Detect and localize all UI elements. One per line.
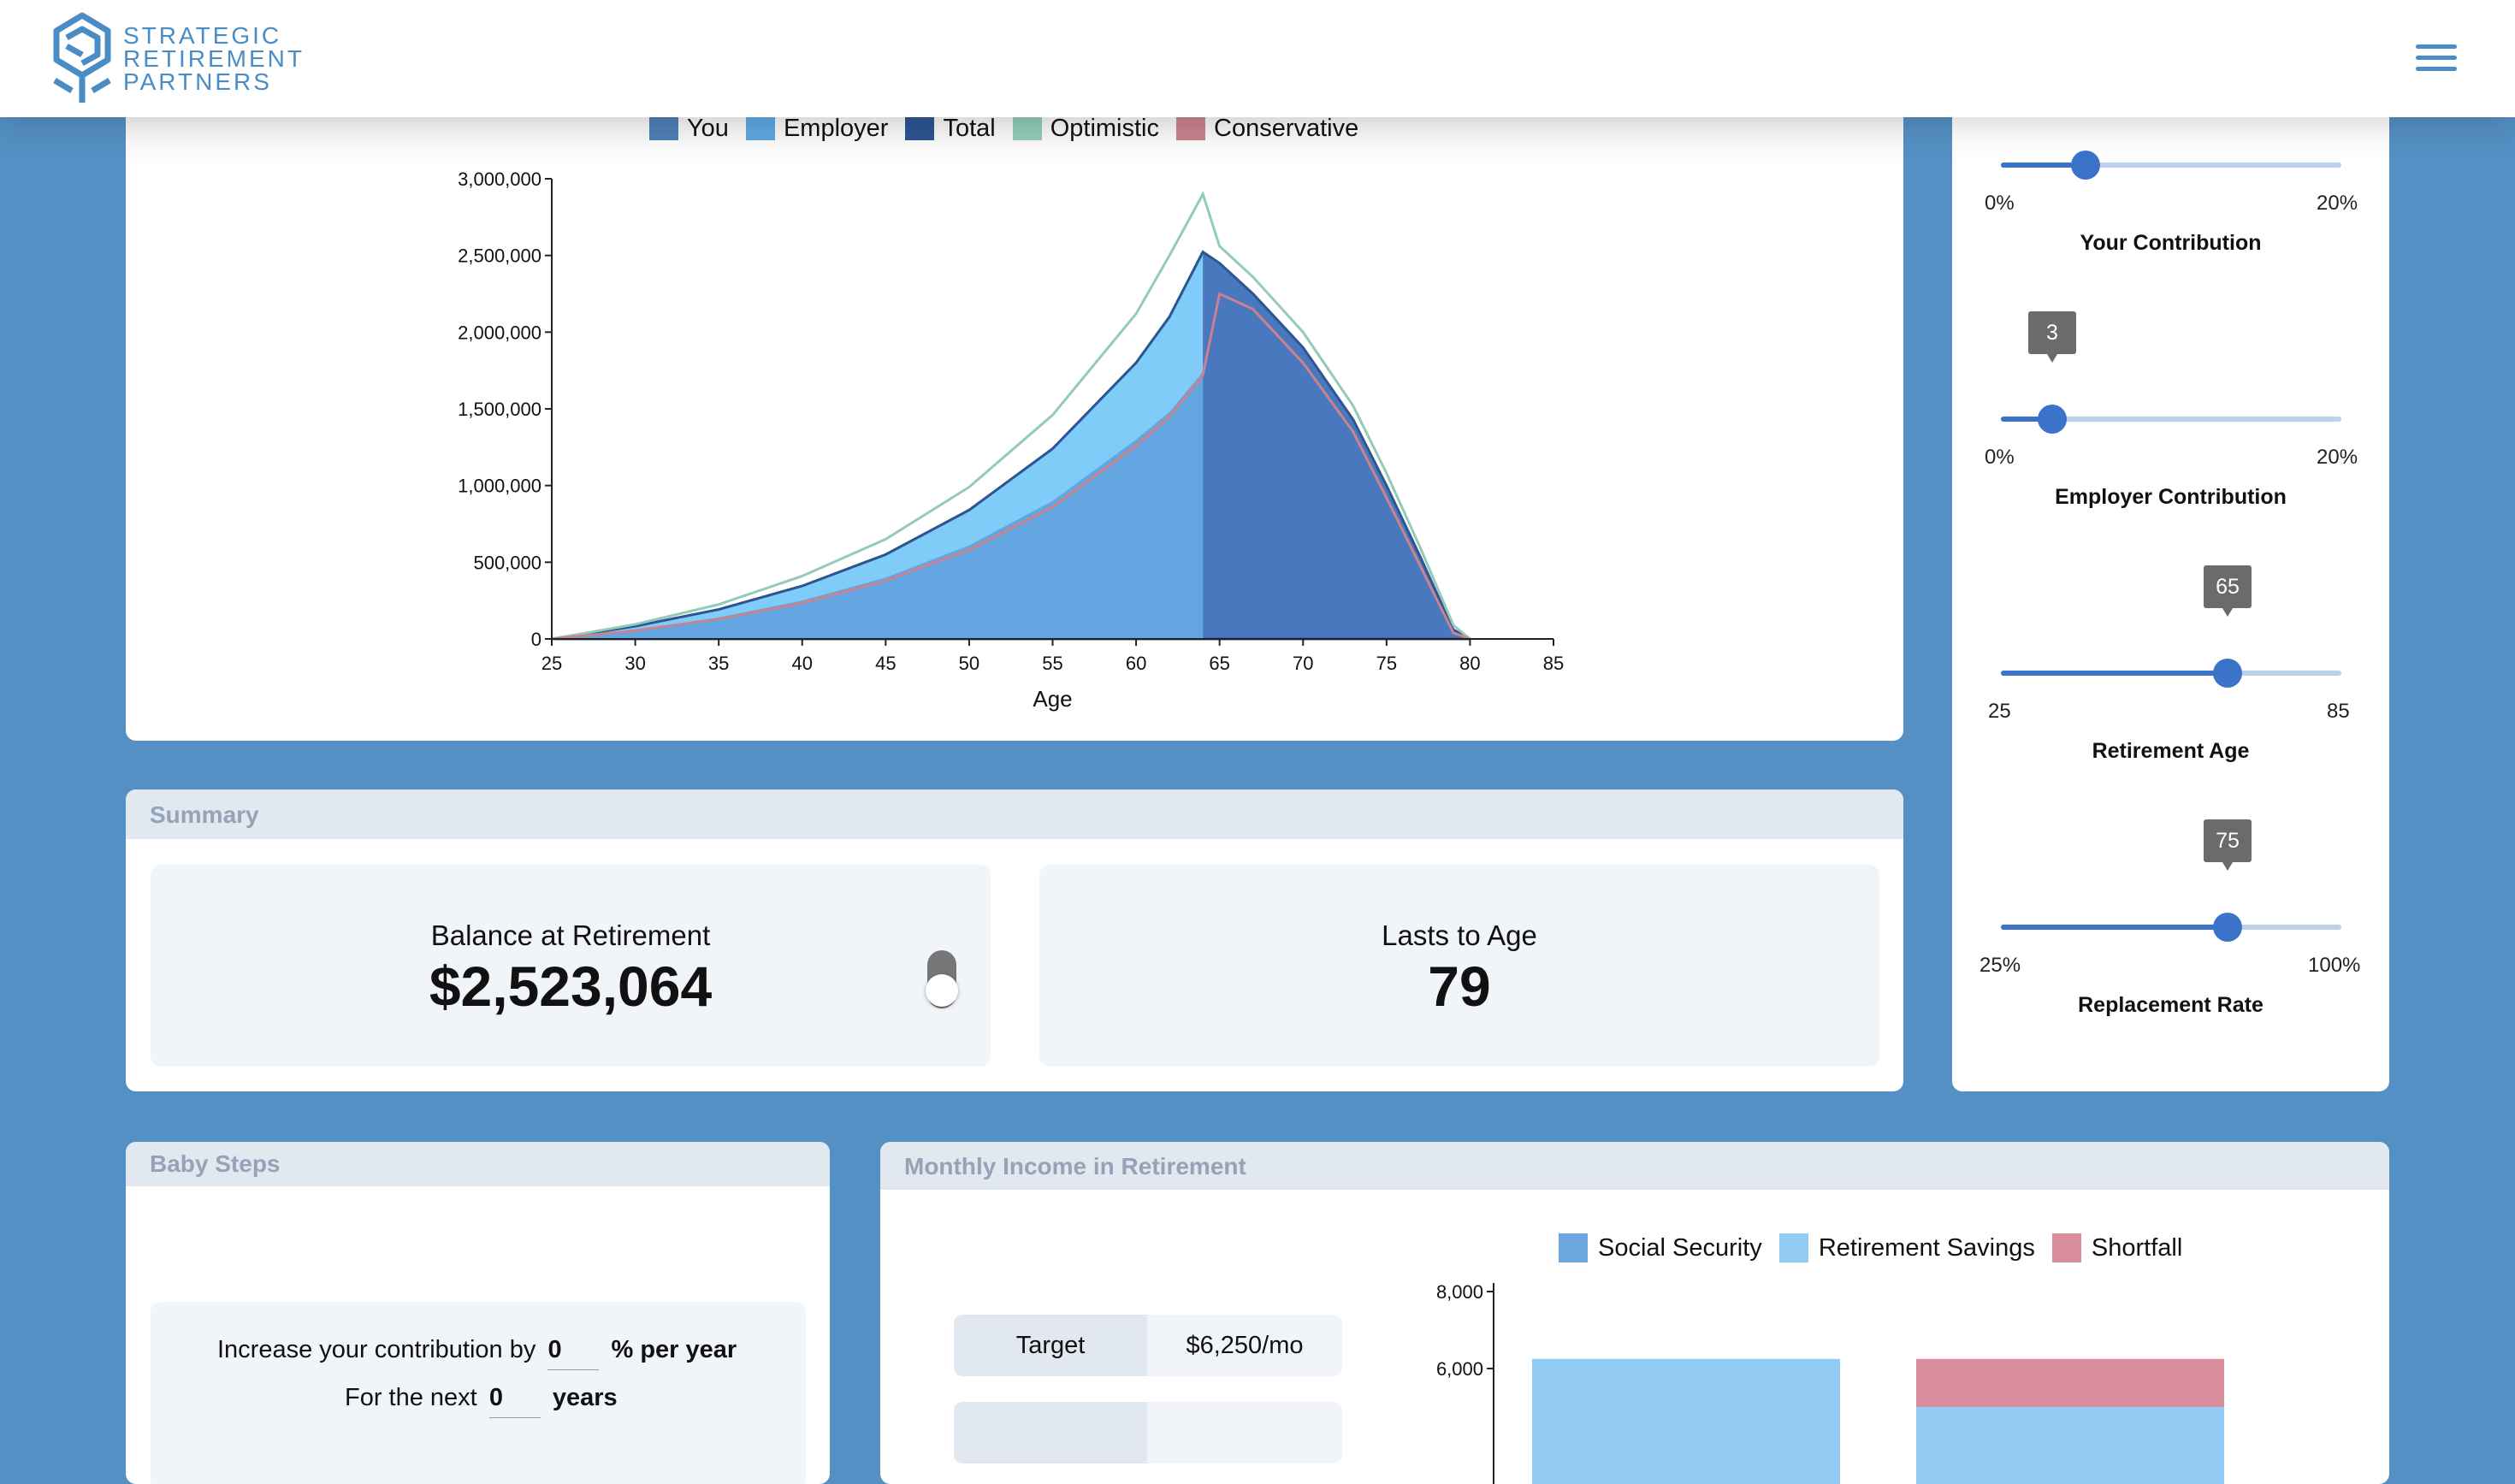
x-tick-label: 30 [624,653,645,674]
slider-value-tooltip: 75 [2204,819,2252,871]
slider-name-employer-contribution: Employer Contribution [2055,485,2287,509]
x-tick-label: 50 [959,653,979,674]
x-tick-label: 70 [1293,653,1313,674]
slider-min-label: 0% [1985,192,2015,215]
x-tick-label: 45 [875,653,896,674]
slider-name-your-contribution: Your Contribution [2080,231,2262,255]
menu-bar-middle [2416,56,2457,60]
slider-thumb-employer-contribution[interactable] [2038,405,2067,434]
slider-your-contribution: 0% 20% Your Contribution [1952,63,2389,260]
summary-title: Summary [126,789,1903,839]
lasts-value: 79 [1428,955,1491,1018]
brand-logo-icon [53,12,111,103]
top-navigation-bar: STRATEGIC RETIREMENT PARTNERS [0,0,2515,117]
brand-name: STRATEGIC RETIREMENT PARTNERS [123,22,305,95]
slider-thumb-your-contribution[interactable] [2071,151,2100,180]
slider-min-label: 25 [1988,700,2011,723]
y-tick-label: 1,000,000 [458,476,541,497]
slider-max-label: 85 [2327,700,2350,723]
balance-toggle-switch[interactable] [926,950,958,1008]
baby-steps-card: Baby Steps Increase your contribution by… [126,1142,830,1484]
slider-employer-contribution: 3 0% 20% Employer Contribution [1952,311,2389,514]
years-input[interactable]: 0 [488,1384,541,1418]
slider-name-replacement-rate: Replacement Rate [2078,993,2264,1017]
y-tick-label: 2,500,000 [458,245,541,267]
x-tick-label: 55 [1042,653,1062,674]
toggle-knob [926,974,958,1007]
brand-line-3: PARTNERS [123,68,272,95]
x-tick-label: 80 [1459,653,1480,674]
x-tick-label: 85 [1543,653,1564,674]
x-tick-label: 35 [708,653,729,674]
projection-chart-card: You Employer Total Optimistic Conservati… [126,51,1903,741]
y-tick-label: 500,000 [473,552,541,573]
balance-at-retirement-tile: Balance at Retirement $2,523,064 [151,865,991,1067]
x-tick-label: 60 [1126,653,1146,674]
y-tick-label: 0 [531,629,541,650]
hamburger-menu-icon[interactable] [2412,39,2460,77]
years-row: For the next 0 years [345,1384,618,1418]
projection-chart: 0 500,000 1,000,000 1,500,000 2,000,000 2,500… [458,169,1564,712]
menu-bar-bottom [2416,67,2457,71]
balance-label: Balance at Retirement [430,919,711,951]
contribution-increase-label: Increase your contribution by [217,1336,536,1363]
baby-steps-panel: Increase your contribution by 0 % per ye… [151,1302,806,1484]
lasts-label: Lasts to Age [1382,919,1537,951]
slider-min-label: 0% [1985,446,2015,469]
slider-max-label: 20% [2317,192,2358,215]
slider-fill [2001,925,2228,930]
brand-logo[interactable]: STRATEGIC RETIREMENT PARTNERS [48,12,305,106]
slider-retirement-age: 65 25 85 Retirement Age [1952,565,2389,768]
y-tick-label: 1,500,000 [458,399,541,420]
monthly-income-chart: 6,000 8,000 [1436,1281,2224,1484]
slider-fill [2001,671,2228,676]
income-y-tick-label: 8,000 [1436,1281,1483,1303]
menu-bar-top [2416,44,2457,49]
slider-value-tooltip: 3 [2028,311,2076,363]
slider-min-label: 25% [1979,954,2021,977]
x-tick-label: 40 [792,653,813,674]
brand-line-2: RETIREMENT [123,45,305,72]
balance-value: $2,523,064 [429,955,713,1018]
slider-value-tooltip: 65 [2204,565,2252,617]
summary-card: Summary Balance at Retirement $2,523,064… [126,789,1903,1091]
slider-max-label: 100% [2308,954,2361,977]
monthly-income-card: Monthly Income in Retirement Target $6,2… [880,1142,2389,1484]
brand-line-1: STRATEGIC [123,22,282,49]
x-axis-title: Age [1033,686,1072,712]
contribution-increase-input[interactable]: 0 [547,1336,600,1370]
lasts-to-age-tile: Lasts to Age 79 [1039,865,1879,1067]
y-tick-label: 2,000,000 [458,322,541,343]
slider-name-retirement-age: Retirement Age [2092,739,2250,763]
x-tick-label: 75 [1376,653,1397,674]
years-unit: years [552,1384,618,1411]
years-label: For the next [345,1384,477,1411]
slider-max-label: 20% [2317,446,2358,469]
assumption-sliders-card: 0% 20% Your Contribution 3 0% 20% Employ… [1952,51,2389,1091]
x-tick-label: 65 [1209,653,1229,674]
contribution-increase-row: Increase your contribution by 0 % per ye… [217,1336,737,1370]
x-tick-label: 25 [541,653,562,674]
slider-thumb-retirement-age[interactable] [2213,659,2242,688]
baby-steps-title: Baby Steps [126,1142,830,1186]
contribution-increase-unit: % per year [611,1336,737,1363]
bar-retirement-savings [1916,1407,2224,1484]
y-tick-label: 3,000,000 [458,169,541,190]
slider-thumb-replacement-rate[interactable] [2213,913,2242,942]
bar-shortfall [1916,1358,2224,1407]
income-y-tick-label: 6,000 [1436,1358,1483,1380]
slider-replacement-rate: 75 25% 100% Replacement Rate [1952,819,2389,1022]
